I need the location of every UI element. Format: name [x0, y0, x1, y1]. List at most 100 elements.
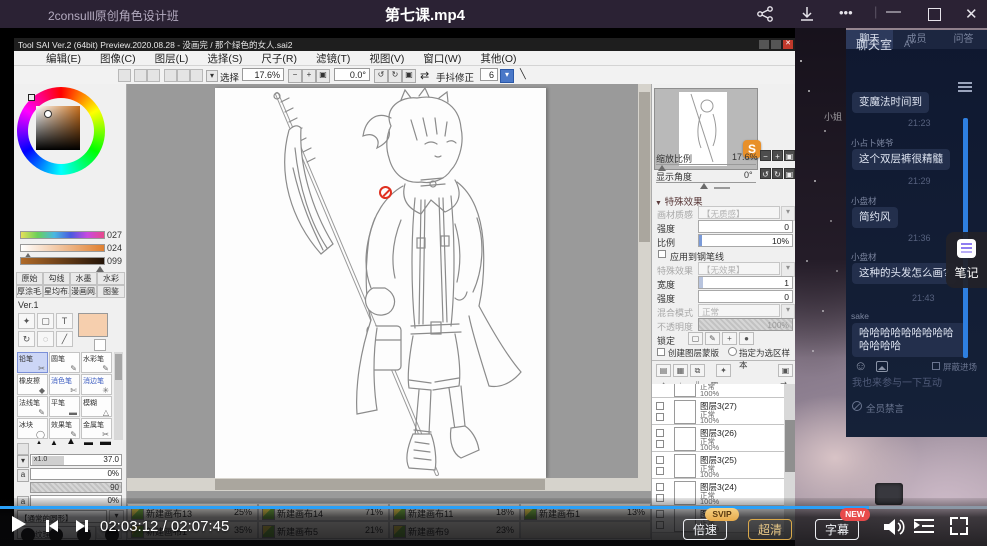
more-icon[interactable]: •••: [839, 5, 853, 20]
brushtab-basic[interactable]: 原始: [16, 272, 43, 285]
min-size-slider[interactable]: 0%: [30, 468, 122, 480]
lasso-tool-icon[interactable]: ◌: [37, 331, 54, 347]
block-entry-checkbox[interactable]: [932, 362, 940, 370]
play-button[interactable]: [12, 516, 26, 532]
canvas-page[interactable]: [215, 88, 546, 478]
fx-texture-dropdown-icon[interactable]: ▾: [781, 206, 795, 221]
lock-opacity-icon[interactable]: ▢: [688, 332, 703, 345]
chat-username[interactable]: sake: [851, 311, 869, 321]
canvas-angle-value[interactable]: 0.0°: [334, 68, 370, 81]
zoom-dropdown-icon[interactable]: ▾: [206, 70, 218, 82]
lock-move-icon[interactable]: +: [722, 332, 737, 345]
new-layer-icon[interactable]: ▤: [656, 364, 671, 377]
brush-watercolor[interactable]: 水彩笔✎: [81, 352, 112, 373]
tool-button[interactable]: [164, 69, 177, 82]
fx-apply-pen-checkbox[interactable]: [658, 250, 666, 258]
chat-username[interactable]: 小占卜姥爷: [851, 137, 894, 149]
sai-maximize-icon[interactable]: [771, 40, 781, 49]
notes-button[interactable]: 笔记: [946, 232, 987, 288]
min-size-lock-icon[interactable]: a: [17, 469, 29, 482]
emoji-icon[interactable]: ☺: [854, 358, 867, 373]
layer-row[interactable]: 图层3(25) 正常 100%: [652, 452, 784, 479]
close-icon[interactable]: ✕: [965, 5, 978, 23]
brush-pencil[interactable]: 铅笔✂: [17, 352, 48, 373]
tool-button[interactable]: [118, 69, 131, 82]
maximize-icon[interactable]: [928, 8, 941, 21]
value-slider[interactable]: [20, 257, 105, 265]
brush-edge-eraser[interactable]: 消边笔✳: [81, 374, 112, 395]
shape-dropdown[interactable]: [17, 443, 29, 455]
next-episode-button[interactable]: [76, 520, 88, 532]
speed-button[interactable]: 倍速: [683, 519, 727, 540]
layer-clip-checkbox[interactable]: [656, 413, 664, 421]
stabilizer-value[interactable]: 6: [480, 68, 498, 81]
layer-clip-checkbox[interactable]: [656, 467, 664, 475]
fullscreen-icon[interactable]: [950, 517, 968, 535]
canvas-zoom-value[interactable]: 17.6%: [242, 68, 284, 81]
brushtip-shape-large[interactable]: ▲: [66, 436, 76, 447]
fx-strength2-slider[interactable]: 0: [698, 290, 793, 303]
brushtab-star[interactable]: 星均布..: [43, 285, 70, 298]
brush-list-scrollbar[interactable]: [114, 352, 123, 440]
lock-fill-icon[interactable]: ●: [739, 332, 754, 345]
new-folder-icon[interactable]: ▦: [673, 364, 688, 377]
fx-texture-select[interactable]: 【无质感】: [698, 206, 780, 219]
clip-mask-checkbox[interactable]: [657, 348, 665, 356]
fx-strength1-slider[interactable]: 0: [698, 220, 793, 233]
fx-section-header[interactable]: ▼ 特殊效果: [655, 194, 703, 208]
layer-row[interactable]: 正常 100%: [652, 384, 784, 398]
brushtip-bar-small[interactable]: ▬: [84, 437, 93, 447]
brush-size-slider[interactable]: x1.0 37.0: [30, 454, 122, 466]
layer-visible-checkbox[interactable]: [656, 429, 664, 437]
layer-fx-icon[interactable]: ✦: [716, 364, 731, 377]
duplicate-layer-icon[interactable]: ⧉: [690, 364, 705, 377]
mute-all-icon[interactable]: [852, 401, 862, 411]
color-square[interactable]: [36, 106, 80, 150]
brush-round[interactable]: 圆笔✎: [49, 352, 80, 373]
stabilizer-dropdown-icon[interactable]: ▾: [500, 69, 514, 83]
brushtip-shape-small[interactable]: ▲: [36, 440, 42, 446]
volume-icon[interactable]: [882, 517, 906, 537]
brush-eraser[interactable]: 橡皮擦◆: [17, 374, 48, 395]
panel-option-icon[interactable]: ▣: [778, 364, 793, 377]
blend-mode-dropdown-icon[interactable]: ▾: [781, 304, 795, 319]
brushtab-atlas[interactable]: 图鉴: [97, 285, 125, 298]
progress-bar[interactable]: [0, 506, 987, 509]
rotate-reset-button[interactable]: ▣: [402, 69, 416, 83]
magic-wand-tool-icon[interactable]: ✦: [18, 313, 35, 329]
brush-flat[interactable]: 平笔▬: [49, 396, 80, 417]
selection-sample-radio[interactable]: [728, 347, 737, 356]
fx-width-slider[interactable]: 1: [698, 276, 793, 289]
eyedropper-tool-icon[interactable]: ╱: [56, 331, 73, 347]
chat-input[interactable]: [850, 377, 980, 390]
zoom-out-button[interactable]: −: [288, 69, 302, 83]
rotate-tool-icon[interactable]: ↻: [18, 331, 35, 347]
chat-username[interactable]: 小盘材: [851, 195, 877, 207]
brushtab-thick[interactable]: 厚涂毛..: [16, 285, 43, 298]
brushtab-watercolor[interactable]: 水彩: [97, 272, 125, 285]
rotate-cw-button[interactable]: ↻: [388, 69, 402, 83]
brush-blur[interactable]: 模糊△: [81, 396, 112, 417]
menu-other[interactable]: 其他(O): [480, 51, 516, 66]
playlist-icon[interactable]: [914, 518, 934, 534]
canvas-vertical-scrollbar[interactable]: [638, 84, 651, 478]
nav-zoom-slider[interactable]: [656, 164, 756, 165]
nav-zoom-in-button[interactable]: +: [772, 150, 783, 161]
menu-image[interactable]: 图像(C): [100, 51, 136, 66]
tab-members[interactable]: 成员: [893, 30, 940, 49]
canvas-horizontal-scrollbar[interactable]: [127, 478, 651, 491]
menu-ruler[interactable]: 尺子(R): [261, 51, 297, 66]
rotate-ccw-button[interactable]: ↺: [374, 69, 388, 83]
tool-button[interactable]: [147, 69, 160, 82]
brushtab-screentone[interactable]: 漫画网..: [70, 285, 97, 298]
tool-button[interactable]: [177, 69, 190, 82]
sai-minimize-icon[interactable]: [759, 40, 769, 49]
transparent-color-swatch[interactable]: [94, 339, 106, 351]
menu-edit[interactable]: 编辑(E): [46, 51, 81, 66]
layer-opacity-slider[interactable]: 100%: [698, 318, 793, 331]
zoom-reset-button[interactable]: ▣: [316, 69, 330, 83]
nav-zoom-reset-button[interactable]: ▣: [784, 150, 795, 161]
saturation-slider[interactable]: [20, 244, 105, 252]
lock-pen-icon[interactable]: ✎: [705, 332, 720, 345]
brush-decolor[interactable]: 消色笔✄: [49, 374, 80, 395]
